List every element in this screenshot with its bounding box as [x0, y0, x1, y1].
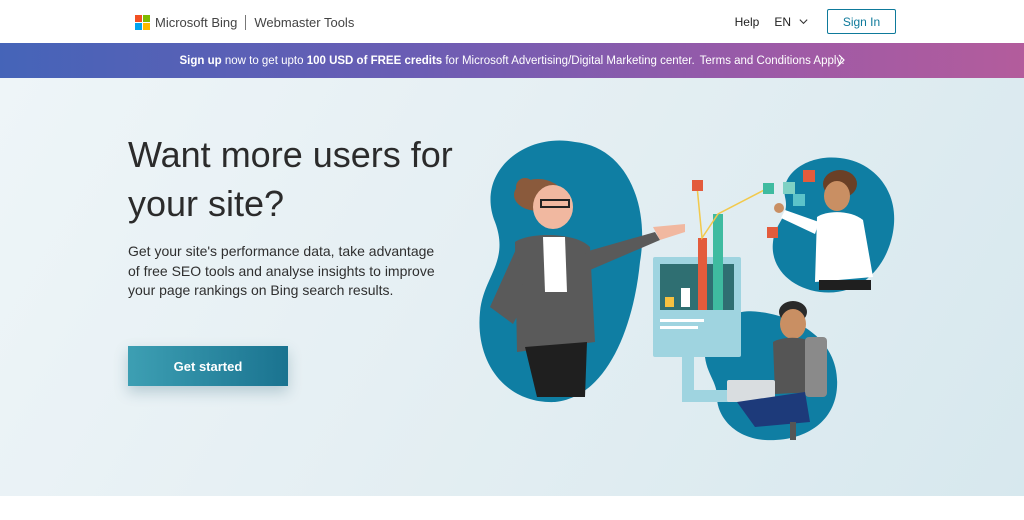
chevron-right-icon[interactable]: [836, 54, 846, 66]
chart-bar-green: [713, 214, 723, 310]
banner-terms-link[interactable]: Terms and Conditions Apply.: [700, 55, 845, 67]
screen-line-2: [660, 326, 698, 329]
product-name: Webmaster Tools: [254, 14, 355, 30]
marker-4: [803, 170, 815, 182]
help-link[interactable]: Help: [735, 15, 760, 29]
banner-text-2: for Microsoft Advertising/Digital Market…: [442, 54, 695, 67]
sign-in-button[interactable]: Sign In: [827, 9, 896, 34]
chair-leg: [790, 422, 796, 440]
marker-6: [767, 227, 778, 238]
marker-1: [692, 180, 703, 191]
presenter-bun: [516, 178, 534, 196]
right-person-face: [824, 181, 850, 211]
get-started-button[interactable]: Get started: [128, 346, 288, 386]
marker-3: [783, 182, 795, 194]
screen-line-1: [660, 319, 704, 322]
top-header: Microsoft Bing Webmaster Tools Help EN S…: [0, 0, 1024, 43]
language-label: EN: [774, 14, 791, 29]
brand-logo-link[interactable]: Microsoft Bing Webmaster Tools: [135, 13, 354, 31]
screen-bar-1: [665, 297, 674, 307]
banner-text-1: now to get upto: [221, 54, 307, 67]
banner-text: Sign up now to get upto 100 USD of FREE …: [179, 55, 694, 67]
right-person-skirt: [819, 280, 871, 290]
microsoft-logo-icon: [135, 14, 150, 30]
header-nav: Help EN Sign In: [735, 9, 896, 34]
presenter-shirt: [543, 237, 567, 292]
chair-back: [805, 337, 827, 397]
chevron-down-icon: [799, 19, 808, 25]
footer-strip: [0, 496, 1024, 520]
banner-credits: 100 USD of FREE credits: [306, 54, 443, 67]
banner-sign-up: Sign up: [179, 54, 222, 67]
hero-description: Get your site's performance data, take a…: [128, 243, 435, 298]
marker-2: [763, 183, 774, 194]
hero-illustration: [479, 140, 895, 441]
promo-banner[interactable]: Sign up now to get upto 100 USD of FREE …: [0, 43, 1024, 78]
hero-title: Want more users for your site?: [128, 134, 453, 224]
right-person-hand: [774, 203, 784, 213]
marker-5: [793, 194, 805, 206]
language-selector[interactable]: EN: [774, 15, 809, 29]
chart-bar-orange: [698, 238, 707, 310]
brand-name: Microsoft Bing: [155, 14, 238, 30]
man-face: [780, 309, 806, 339]
screen-bar-2: [681, 288, 690, 307]
trend-line: [696, 185, 771, 241]
brand-divider: [245, 14, 247, 30]
